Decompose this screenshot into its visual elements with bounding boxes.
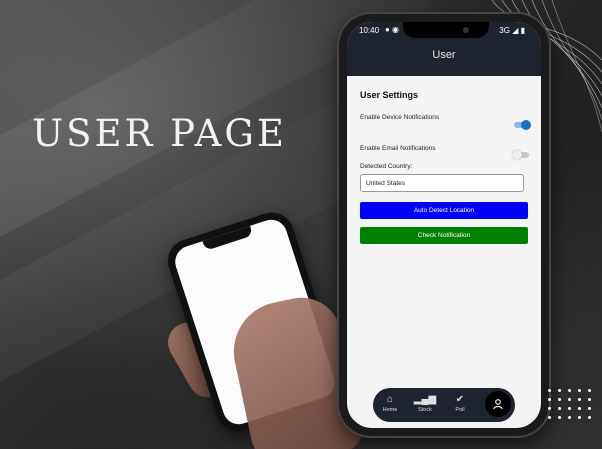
nav-poll[interactable]: ✔ Poll [446, 393, 474, 413]
promo-banner: USER PAGE 10:40 ● ◉ 3G ◢ ▮ User User Set… [0, 0, 602, 449]
check-notification-button[interactable]: Check Notification [360, 227, 528, 244]
nav-poll-label: Poll [455, 407, 465, 413]
notification-icons: ● ◉ [385, 25, 400, 34]
status-bar: 10:40 ● ◉ 3G ◢ ▮ [347, 22, 541, 40]
email-notifications-toggle[interactable] [512, 150, 529, 160]
page-headline: USER PAGE [32, 112, 287, 155]
network-indicator: 3G ◢ ▮ [499, 26, 525, 35]
app-bar: User [347, 40, 541, 76]
check-circle-icon: ✔ [455, 394, 465, 405]
toggle-knob [521, 120, 531, 130]
auto-detect-location-button[interactable]: Auto Detect Location [360, 202, 528, 219]
device-notifications-toggle[interactable] [514, 120, 531, 130]
country-label: Detected Country: [360, 163, 413, 170]
country-input[interactable] [360, 174, 524, 192]
user-icon [493, 398, 503, 410]
battery-icon: ▮ [520, 26, 525, 35]
nav-user[interactable] [485, 391, 511, 417]
nav-home-label: Home [382, 407, 398, 413]
toggle-knob [512, 150, 522, 160]
dynamic-island [403, 22, 489, 38]
app-bar-title: User [432, 49, 456, 61]
phone-frame: 10:40 ● ◉ 3G ◢ ▮ User User Settings Enab… [339, 14, 549, 436]
settings-content: User Settings Enable Device Notification… [347, 76, 541, 428]
camera-icon [463, 27, 469, 33]
network-type: 3G [499, 26, 510, 35]
nav-stock-label: Stock [418, 407, 432, 413]
phone-screen: 10:40 ● ◉ 3G ◢ ▮ User User Settings Enab… [347, 22, 541, 428]
signal-icon: ◢ [512, 26, 519, 35]
device-notifications-label: Enable Device Notifications [360, 114, 440, 121]
home-icon: ⌂ [386, 394, 394, 405]
bottom-navigation: ⌂ Home ▂▄▆ Stock ✔ Poll [373, 388, 515, 422]
bar-chart-icon: ▂▄▆ [413, 394, 437, 405]
decorative-dots [548, 389, 594, 419]
status-time: 10:40 [359, 26, 380, 35]
nav-home[interactable]: ⌂ Home [376, 393, 404, 413]
email-notifications-label: Enable Email Notifications [360, 145, 436, 152]
nav-stock[interactable]: ▂▄▆ Stock [411, 393, 439, 413]
section-title: User Settings [360, 90, 419, 100]
